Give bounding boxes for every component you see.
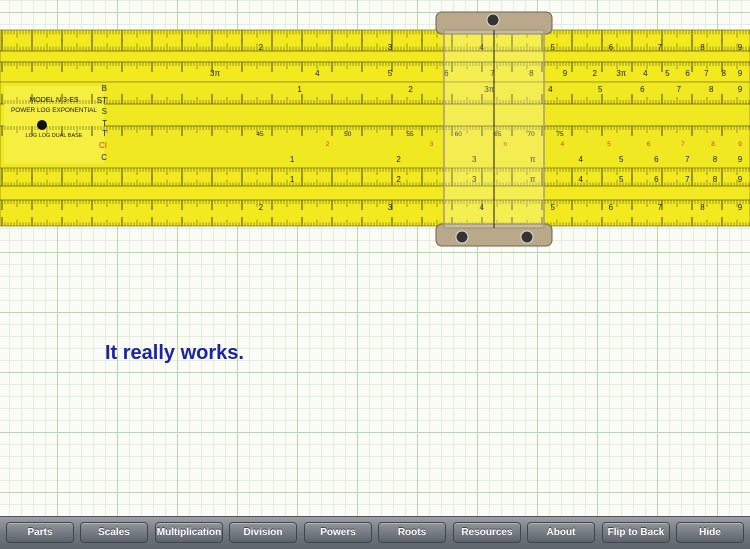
powers-button[interactable]: Powers bbox=[304, 522, 372, 543]
d-scale-number: 9 bbox=[738, 175, 743, 184]
ci-scale-number: 4 bbox=[561, 141, 565, 148]
top-scale-number: 9 bbox=[738, 43, 743, 52]
t-scale-number: 75 bbox=[556, 131, 564, 138]
top-scale-number: 8 bbox=[700, 43, 705, 52]
ci-scale-number: 8 bbox=[711, 141, 715, 148]
b-scale-number: 1 bbox=[297, 85, 302, 94]
ci-scale-number: 9 bbox=[738, 141, 742, 148]
d-scale-number: 5 bbox=[619, 175, 624, 184]
d-scale-number: 7 bbox=[685, 175, 690, 184]
a-scale-number: 7 bbox=[704, 69, 709, 78]
top-scale-number: 3 bbox=[388, 43, 393, 52]
a-scale-number: 3π bbox=[616, 69, 626, 78]
rivet-icon bbox=[37, 120, 47, 130]
parts-button[interactable]: Parts bbox=[6, 522, 74, 543]
bottom-scale-number: 5 bbox=[550, 203, 555, 212]
d-scale-number: 8 bbox=[713, 175, 718, 184]
upper-stator bbox=[0, 29, 750, 83]
a-scale-number: 6 bbox=[685, 69, 690, 78]
multiplication-button[interactable]: Multiplication bbox=[155, 522, 223, 543]
a-scale-number: 8 bbox=[721, 69, 726, 78]
b-scale-number: 8 bbox=[709, 85, 714, 94]
screw-icon bbox=[486, 13, 500, 27]
c-scale-number: 6 bbox=[654, 155, 659, 164]
scale-letter: S bbox=[102, 107, 107, 116]
ci-scale-number: 7 bbox=[681, 141, 685, 148]
model-label: MODEL N 3-ES bbox=[29, 97, 78, 104]
c-scale-number: 2 bbox=[396, 155, 401, 164]
d-scale-number: 1 bbox=[290, 175, 295, 184]
c-scale-number: 9 bbox=[738, 155, 743, 164]
c-scale-number: 1 bbox=[290, 155, 295, 164]
t-scale-number: 50 bbox=[344, 131, 352, 138]
b-scale-number: 5 bbox=[598, 85, 603, 94]
a-scale-number: 3π bbox=[210, 69, 220, 78]
scale-letter: B bbox=[102, 84, 107, 93]
c-scale-number: 7 bbox=[685, 155, 690, 164]
division-button[interactable]: Division bbox=[229, 522, 297, 543]
scale-letter: ST bbox=[97, 96, 107, 105]
about-button[interactable]: About bbox=[527, 522, 595, 543]
b-scale-number: 7 bbox=[677, 85, 682, 94]
a-scale-number: 2 bbox=[592, 69, 597, 78]
screw-icon bbox=[520, 230, 534, 244]
scale-letter: CI bbox=[99, 141, 107, 150]
top-scale-number: 6 bbox=[609, 43, 614, 52]
a-scale-number: 4 bbox=[315, 69, 320, 78]
cursor[interactable] bbox=[435, 11, 553, 247]
ci-scale-number: 3 bbox=[430, 141, 434, 148]
ci-scale-number: 2 bbox=[326, 141, 330, 148]
a-scale-number: 5 bbox=[388, 69, 393, 78]
b-scale-number: 6 bbox=[640, 85, 645, 94]
bottom-scale-number: 3 bbox=[388, 203, 393, 212]
t-scale-number: 45 bbox=[256, 131, 264, 138]
c-scale-number: 5 bbox=[619, 155, 624, 164]
top-scale-number: 5 bbox=[550, 43, 555, 52]
top-scale-number: 7 bbox=[658, 43, 663, 52]
top-scale-number: 2 bbox=[259, 43, 264, 52]
roots-button[interactable]: Roots bbox=[378, 522, 446, 543]
slide-rule[interactable]: MODEL N 3-ES POWER LOG EXPONENTIAL LOG L… bbox=[0, 0, 750, 250]
d-scale-number: 6 bbox=[654, 175, 659, 184]
scale-letter: C bbox=[101, 153, 107, 162]
d-scale-number: 4 bbox=[578, 175, 583, 184]
bottom-scale-number: 8 bbox=[700, 203, 705, 212]
subtitle-label: LOG LOG DUAL BASE bbox=[26, 133, 83, 139]
tagline: It really works. bbox=[105, 342, 244, 364]
bottom-toolbar: Parts Scales Multiplication Division Pow… bbox=[0, 516, 750, 549]
t-scale-number: 55 bbox=[406, 131, 414, 138]
c-scale-number: 8 bbox=[713, 155, 718, 164]
type-label: POWER LOG EXPONENTIAL bbox=[11, 107, 97, 114]
lower-stator bbox=[0, 167, 750, 227]
d-scale-number: 2 bbox=[396, 175, 401, 184]
bottom-scale-number: 6 bbox=[609, 203, 614, 212]
bottom-scale-number: 9 bbox=[738, 203, 743, 212]
b-scale-number: 9 bbox=[738, 85, 743, 94]
resources-button[interactable]: Resources bbox=[453, 522, 521, 543]
bottom-scale-number: 2 bbox=[259, 203, 264, 212]
c-scale-number: 4 bbox=[578, 155, 583, 164]
a-scale-number: 5 bbox=[665, 69, 670, 78]
scales-button[interactable]: Scales bbox=[80, 522, 148, 543]
screw-icon bbox=[455, 230, 469, 244]
scale-letter: T bbox=[102, 129, 107, 138]
b-scale-number: 2 bbox=[408, 85, 413, 94]
ci-scale-number: 6 bbox=[647, 141, 651, 148]
ci-scale-number: 5 bbox=[607, 141, 611, 148]
bottom-scale-number: 7 bbox=[658, 203, 663, 212]
scale-letter: T bbox=[102, 119, 107, 128]
slide[interactable] bbox=[0, 81, 750, 169]
b-scale-number: 4 bbox=[548, 85, 553, 94]
a-scale-number: 9 bbox=[563, 69, 568, 78]
hide-button[interactable]: Hide bbox=[676, 522, 744, 543]
flip-to-back-button[interactable]: Flip to Back bbox=[602, 522, 670, 543]
a-scale-number: 9 bbox=[738, 69, 743, 78]
a-scale-number: 4 bbox=[643, 69, 648, 78]
